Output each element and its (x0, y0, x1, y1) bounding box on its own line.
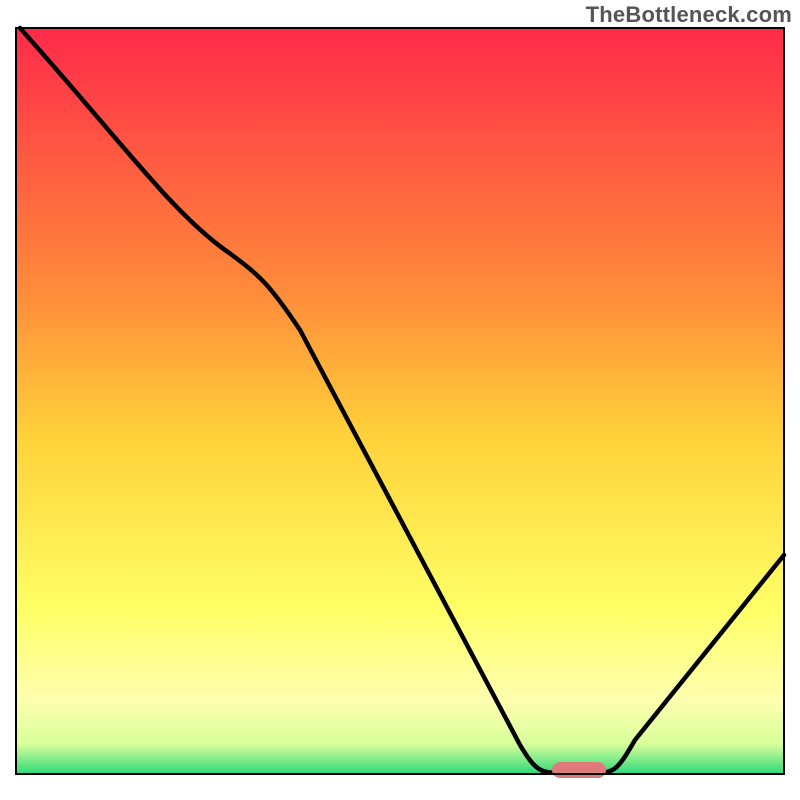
watermark-text: TheBottleneck.com (586, 2, 792, 28)
gradient-background (16, 28, 784, 774)
optimal-range-marker (552, 762, 606, 778)
chart-container: TheBottleneck.com (0, 0, 800, 800)
bottleneck-chart (0, 0, 800, 800)
plot-area (16, 28, 784, 778)
